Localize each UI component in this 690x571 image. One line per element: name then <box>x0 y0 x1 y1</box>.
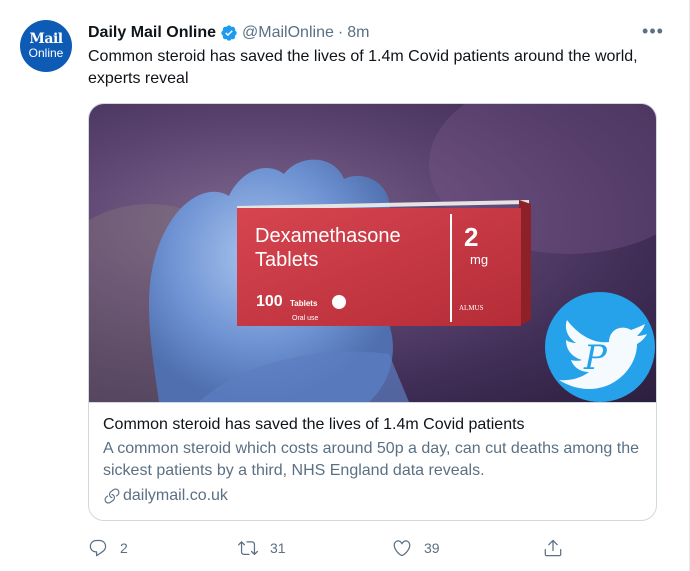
handle[interactable]: @MailOnline <box>242 24 334 42</box>
reply-count: 2 <box>120 540 128 556</box>
separator: · <box>337 24 344 41</box>
timestamp[interactable]: 8m <box>347 24 369 42</box>
like-count: 39 <box>424 540 440 556</box>
card-domain-text: dailymail.co.uk <box>123 487 228 504</box>
like-button[interactable]: 39 <box>392 536 440 560</box>
share-button[interactable] <box>543 536 575 560</box>
retweet-button[interactable]: 31 <box>238 536 286 560</box>
share-icon <box>544 539 562 557</box>
card-domain[interactable]: dailymail.co.uk <box>103 487 642 505</box>
watermark-letter: P <box>583 338 608 378</box>
count-circle <box>332 295 346 309</box>
maker-text: ALMUS <box>459 304 484 312</box>
more-options-icon[interactable]: ••• <box>638 16 668 46</box>
card-description: A common steroid which costs around 50p … <box>103 440 640 479</box>
avatar[interactable]: Mail Online <box>20 20 72 72</box>
dexamethasone-box-image: Dexamethasone Tablets 2 mg 100 Tablets O… <box>89 104 656 402</box>
card-body[interactable]: Common steroid has saved the lives of 1.… <box>89 402 656 520</box>
link-card[interactable]: Dexamethasone Tablets 2 mg 100 Tablets O… <box>88 103 657 521</box>
reply-button[interactable]: 2 <box>88 536 128 560</box>
heart-icon <box>393 540 411 557</box>
box-subname: Tablets <box>255 249 318 271</box>
avatar-line1: Mail <box>29 31 63 47</box>
box-name: Dexamethasone <box>255 225 401 247</box>
verified-badge-icon <box>221 25 237 41</box>
avatar-line2: Online <box>28 46 64 60</box>
oral-use-text: Oral use <box>292 315 319 322</box>
tweet-header: Daily Mail Online @MailOnline · 8m <box>88 22 369 44</box>
retweet-count: 31 <box>270 540 286 556</box>
display-name[interactable]: Daily Mail Online <box>88 24 216 42</box>
tweet-text: Common steroid has saved the lives of 1.… <box>88 48 638 87</box>
tweet-actions: 2 31 39 <box>88 536 588 560</box>
card-image[interactable]: Dexamethasone Tablets 2 mg 100 Tablets O… <box>89 104 656 402</box>
dose-unit: mg <box>470 252 488 267</box>
reply-icon <box>89 539 107 557</box>
tablet-count: 100 <box>256 293 283 310</box>
dose-number: 2 <box>464 222 478 252</box>
link-icon <box>104 488 120 504</box>
tablet-count-label: Tablets <box>290 299 318 308</box>
card-title: Common steroid has saved the lives of 1.… <box>103 416 525 433</box>
tweet-container[interactable]: Mail Online Daily Mail Online @MailOnlin… <box>0 0 690 571</box>
retweet-icon <box>238 541 258 556</box>
